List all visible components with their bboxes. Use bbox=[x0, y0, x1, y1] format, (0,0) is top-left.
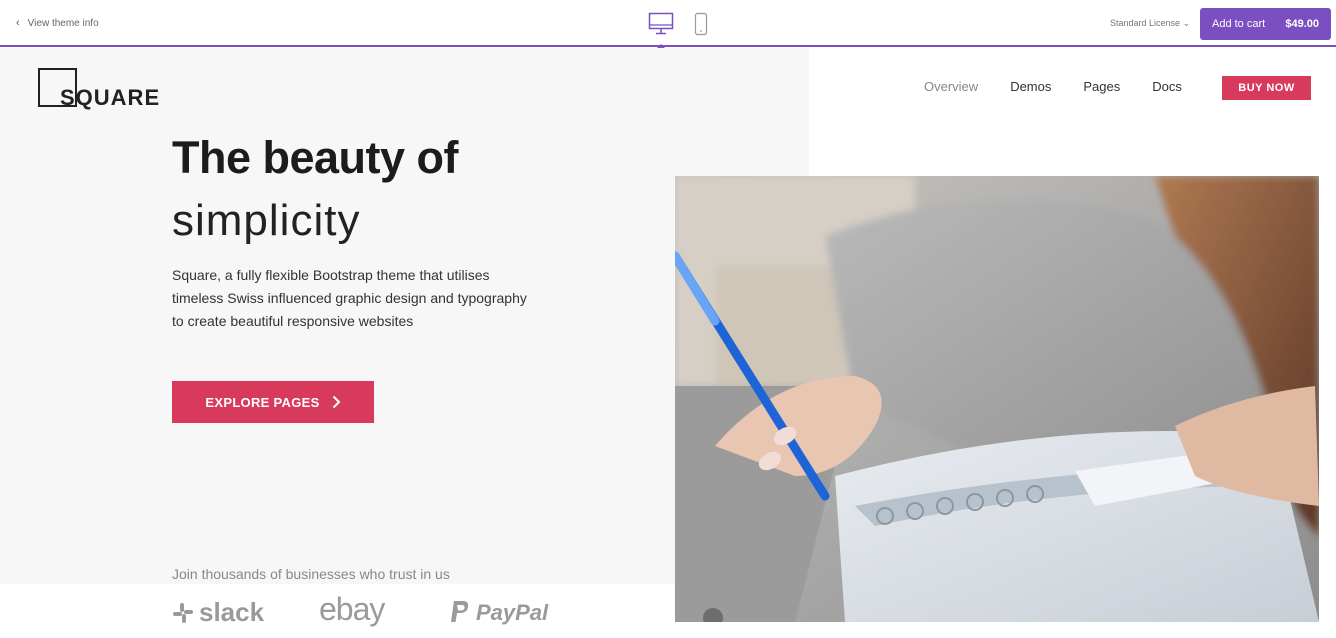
back-link-label: View theme info bbox=[27, 17, 99, 29]
device-switcher bbox=[648, 12, 708, 48]
ebay-wordmark: ebay bbox=[319, 591, 385, 627]
logo-text: SQUARE bbox=[60, 85, 161, 110]
site-nav: Overview Demos Pages Docs bbox=[924, 79, 1182, 94]
chevron-left-icon: ‹ bbox=[16, 17, 20, 29]
desktop-view-toggle[interactable] bbox=[648, 12, 674, 48]
hero-subheadline: simplicity bbox=[172, 196, 361, 245]
license-selector[interactable]: Standard License ⌄ bbox=[1110, 18, 1190, 29]
trust-text: Join thousands of businesses who trust i… bbox=[172, 566, 450, 582]
ebay-logo: ebay bbox=[319, 591, 385, 628]
theme-preview-toolbar: ‹ View theme info Standard License ⌄ Add… bbox=[0, 0, 1336, 48]
slack-logo: slack bbox=[172, 597, 264, 628]
mobile-phone-icon bbox=[694, 12, 708, 36]
client-logos: slack ebay PayPal bbox=[0, 584, 675, 638]
hand-writing-in-notebook-photo bbox=[675, 176, 1319, 622]
theme-preview-frame: SQUARE Overview Demos Pages Docs BUY NOW… bbox=[0, 48, 1336, 638]
paypal-wordmark: PayPal bbox=[476, 600, 549, 625]
explore-pages-button[interactable]: EXPLORE PAGES bbox=[172, 381, 374, 423]
explore-pages-label: EXPLORE PAGES bbox=[205, 394, 320, 410]
paypal-logo: PayPal bbox=[449, 600, 548, 626]
hero-image bbox=[675, 176, 1319, 622]
nav-item-docs[interactable]: Docs bbox=[1152, 79, 1182, 94]
buy-now-button[interactable]: BUY NOW bbox=[1222, 76, 1311, 100]
nav-item-overview[interactable]: Overview bbox=[924, 79, 978, 94]
chevron-down-icon: ⌄ bbox=[1182, 18, 1191, 28]
desktop-icon bbox=[648, 12, 674, 35]
hero-description: Square, a fully flexible Bootstrap theme… bbox=[172, 267, 527, 329]
add-to-cart-label: Add to cart bbox=[1212, 18, 1266, 30]
slack-icon bbox=[173, 602, 193, 623]
nav-item-pages[interactable]: Pages bbox=[1083, 79, 1120, 94]
slack-wordmark: slack bbox=[199, 597, 265, 627]
add-to-cart-button[interactable]: Add to cart $49.00 bbox=[1200, 8, 1331, 40]
chevron-right-icon bbox=[332, 395, 341, 409]
site-logo[interactable]: SQUARE bbox=[38, 68, 178, 110]
hero-headline: The beauty of bbox=[172, 132, 459, 183]
mobile-view-toggle[interactable] bbox=[694, 12, 708, 41]
price-label: $49.00 bbox=[1285, 18, 1319, 30]
paypal-icon bbox=[451, 601, 469, 622]
view-theme-info-link[interactable]: ‹ View theme info bbox=[16, 17, 99, 29]
nav-item-demos[interactable]: Demos bbox=[1010, 79, 1051, 94]
license-label: Standard License bbox=[1110, 18, 1181, 28]
